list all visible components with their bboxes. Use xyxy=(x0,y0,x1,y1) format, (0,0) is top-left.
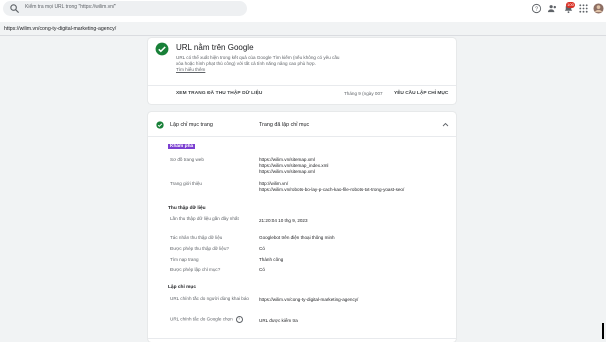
last-crawl-label: Lần thu thập dữ liệu gần đây nhất xyxy=(170,216,239,221)
card-divider xyxy=(148,85,456,86)
google-canonical-text: URL chính tắc do Google chọn xyxy=(170,316,233,322)
people-icon[interactable] xyxy=(547,3,558,14)
indexing-heading: Lập chỉ mục xyxy=(168,285,196,290)
search-input[interactable]: Kiểm tra mọi URL trong "https://wilim.vn… xyxy=(25,4,116,10)
url-on-google-card: URL nằm trên Google URL có thể xuất hiện… xyxy=(148,38,456,104)
request-indexing-button[interactable]: YÊU CẦU LẬP CHỈ MỤC xyxy=(394,91,448,96)
indexing-title: Lập chỉ mục trang xyxy=(170,122,213,128)
apps-icon[interactable] xyxy=(578,3,589,14)
card-title: URL nằm trên Google xyxy=(176,43,254,52)
google-canonical-value: URL được kiểm tra xyxy=(259,318,298,323)
sitemaps-label: Sơ đồ trang web xyxy=(170,157,204,162)
last-crawl-value: 21:20:04 10 thg 9, 2023 xyxy=(259,218,308,223)
chevron-up-icon[interactable] xyxy=(442,122,449,127)
referring-page-label: Trang giới thiệu xyxy=(170,181,202,186)
card-divider xyxy=(148,136,456,137)
discover-heading: Khám phá xyxy=(168,144,196,149)
notification-badge: 100 xyxy=(566,2,575,8)
sitemap-value[interactable]: https://wilim.vn/sitemap.xml xyxy=(259,169,315,175)
crawl-allowed-label: Được phép thu thập dữ liệu? xyxy=(170,246,229,251)
account-avatar[interactable] xyxy=(593,3,604,14)
referring-page-value[interactable]: https://wilim.vn/robots-bo-lay-p-cach-ka… xyxy=(259,187,404,193)
url-inspection-search[interactable]: Kiểm tra mọi URL trong "https://wilim.vn… xyxy=(3,1,247,16)
user-canonical-value[interactable]: https://wilim.vn/cong-ty-digital-marketi… xyxy=(259,297,358,303)
view-crawled-page-button[interactable]: XEM TRANG ĐÃ THU THẬP DỮ LIỆU xyxy=(176,91,262,96)
crawled-as-value: Googlebot trên điện thoại thông minh xyxy=(259,235,335,240)
help-icon[interactable]: ? xyxy=(235,316,243,323)
card-description: URL có thể xuất hiện trong kết quả của G… xyxy=(176,55,376,73)
text-cursor xyxy=(602,323,604,339)
svg-text:?: ? xyxy=(535,7,538,13)
top-bar: Kiểm tra mọi URL trong "https://wilim.vn… xyxy=(0,0,606,22)
last-crawl-date: Tháng 9 (ngày 007 xyxy=(344,91,383,96)
user-canonical-label: URL chính tắc do người dùng khai báo xyxy=(170,296,249,301)
search-icon xyxy=(10,4,20,14)
card-divider xyxy=(148,338,456,339)
page-indexing-card: Lập chỉ mục trang Trang đã lập chỉ mục K… xyxy=(148,112,456,342)
header-divider xyxy=(0,35,606,36)
indexing-allowed-label: Được phép lập chỉ mục? xyxy=(170,267,221,272)
page-fetch-label: Tìm nạp trang xyxy=(170,257,199,262)
indexing-status: Trang đã lập chỉ mục xyxy=(259,122,310,128)
crawled-as-label: Tác nhân thu thập dữ liệu xyxy=(170,235,223,240)
check-circle-icon xyxy=(155,42,169,56)
inspected-url: https://wilim.vn/cong-ty-digital-marketi… xyxy=(4,26,117,32)
indexing-card-header[interactable]: Lập chỉ mục trang Trang đã lập chỉ mục xyxy=(148,112,456,136)
help-icon[interactable]: ? xyxy=(531,3,542,14)
crawl-allowed-value: Có xyxy=(259,246,265,251)
learn-more-link[interactable]: Tìm hiểu thêm xyxy=(176,67,376,73)
indexing-allowed-value: Có xyxy=(259,267,265,272)
crawl-heading: Thu thập dữ liệu xyxy=(168,206,206,211)
check-circle-icon xyxy=(156,121,164,129)
google-canonical-label: URL chính tắc do Google chọn? xyxy=(170,316,254,323)
page-fetch-value: Thành công xyxy=(259,257,284,262)
